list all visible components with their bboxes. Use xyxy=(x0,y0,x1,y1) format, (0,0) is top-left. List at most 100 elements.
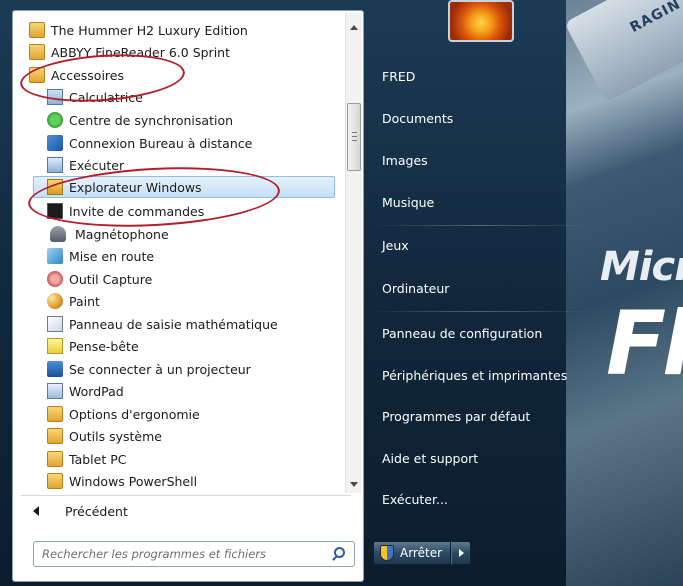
program-label: Calculatrice xyxy=(69,89,143,105)
folder-icon xyxy=(47,451,63,467)
program-label: WordPad xyxy=(69,383,124,399)
program-label: Tablet PC xyxy=(69,451,127,467)
program-item-command-prompt[interactable]: Invite de commandes xyxy=(47,200,343,222)
program-item-math-input[interactable]: Panneau de saisie mathématique xyxy=(47,313,343,335)
programs-scrollbar[interactable] xyxy=(345,13,362,493)
getting-started-icon xyxy=(47,248,63,264)
separator xyxy=(376,225,586,226)
search-icon[interactable] xyxy=(328,544,348,564)
program-label: Panneau de saisie mathématique xyxy=(69,316,278,332)
wordpad-icon xyxy=(47,383,63,399)
shutdown-group: Arrêter xyxy=(373,541,472,565)
back-label: Précédent xyxy=(65,503,128,519)
programs-list: The Hummer H2 Luxury Edition ABBYY FineR… xyxy=(13,11,343,495)
right-item-games[interactable]: Jeux xyxy=(382,238,409,253)
program-item-wordpad[interactable]: WordPad xyxy=(47,380,343,402)
program-item-powershell[interactable]: Windows PowerShell xyxy=(47,470,343,492)
back-arrow-icon xyxy=(33,506,39,516)
program-label: Exécuter xyxy=(69,157,125,173)
shield-icon xyxy=(380,545,394,561)
program-item-projector[interactable]: Se connecter à un projecteur xyxy=(47,358,343,380)
user-picture[interactable] xyxy=(448,0,514,42)
separator xyxy=(21,495,351,496)
windows-explorer-icon xyxy=(47,179,63,195)
program-label: Magnétophone xyxy=(75,226,169,242)
program-item-sync-center[interactable]: Centre de synchronisation xyxy=(47,109,343,131)
program-label: Invite de commandes xyxy=(69,203,205,219)
folder-icon xyxy=(47,406,63,422)
program-label: Centre de synchronisation xyxy=(69,112,234,128)
program-item-getting-started[interactable]: Mise en route xyxy=(47,245,343,267)
folder-icon xyxy=(29,22,45,38)
program-label: ABBYY FineReader 6.0 Sprint xyxy=(51,44,230,60)
search-box[interactable] xyxy=(33,541,355,567)
program-item-hummer[interactable]: The Hummer H2 Luxury Edition xyxy=(29,19,329,41)
program-label: Windows PowerShell xyxy=(69,473,198,489)
scroll-down-arrow-icon[interactable] xyxy=(350,482,358,487)
program-item-ease-of-access[interactable]: Options d'ergonomie xyxy=(47,403,343,425)
program-item-snipping-tool[interactable]: Outil Capture xyxy=(47,268,343,290)
microphone-icon xyxy=(50,226,66,242)
search-input[interactable] xyxy=(34,543,328,565)
right-item-images[interactable]: Images xyxy=(382,153,428,168)
right-item-user[interactable]: FRED xyxy=(382,69,415,84)
program-label: Outil Capture xyxy=(69,271,153,287)
program-item-abbyy[interactable]: ABBYY FineReader 6.0 Sprint xyxy=(29,41,329,63)
chevron-right-icon xyxy=(458,549,464,557)
shutdown-label: Arrêter xyxy=(400,546,443,560)
back-button[interactable]: Précédent xyxy=(29,499,128,523)
right-item-help-support[interactable]: Aide et support xyxy=(382,451,478,466)
program-label: Connexion Bureau à distance xyxy=(69,135,253,151)
wallpaper-brand-text: Flig xyxy=(606,292,683,395)
wallpaper-background: RAGIN Micr Flig xyxy=(566,0,683,586)
program-item-run[interactable]: Exécuter xyxy=(47,154,343,176)
program-label: Pense-bête xyxy=(69,338,139,354)
math-input-icon xyxy=(47,316,63,332)
run-icon xyxy=(47,157,63,173)
command-prompt-icon xyxy=(47,203,63,219)
right-item-devices-printers[interactable]: Périphériques et imprimantes xyxy=(382,368,567,383)
program-item-calculatrice[interactable]: Calculatrice xyxy=(47,86,343,108)
right-item-control-panel[interactable]: Panneau de configuration xyxy=(382,326,542,341)
calculator-icon xyxy=(47,89,63,105)
snipping-tool-icon xyxy=(47,271,63,287)
program-item-accessoires[interactable]: Accessoires xyxy=(29,64,329,86)
program-label: Accessoires xyxy=(51,67,124,83)
sync-center-icon xyxy=(47,112,63,128)
programs-pane: The Hummer H2 Luxury Edition ABBYY FineR… xyxy=(12,10,364,582)
program-item-sound-recorder[interactable]: Magnétophone xyxy=(47,223,343,245)
remote-desktop-icon xyxy=(47,135,63,151)
scroll-thumb[interactable] xyxy=(347,103,361,171)
paint-icon xyxy=(47,293,63,309)
program-label: The Hummer H2 Luxury Edition xyxy=(51,22,248,38)
program-label: Paint xyxy=(69,293,100,309)
folder-icon xyxy=(29,44,45,60)
right-item-default-programs[interactable]: Programmes par défaut xyxy=(382,409,530,424)
projector-icon xyxy=(47,361,63,377)
wallpaper-brand-text: Micr xyxy=(600,244,683,290)
scroll-up-arrow-icon[interactable] xyxy=(350,25,358,30)
program-item-remote-desktop[interactable]: Connexion Bureau à distance xyxy=(47,132,343,154)
program-item-sticky-notes[interactable]: Pense-bête xyxy=(47,335,343,357)
right-item-documents[interactable]: Documents xyxy=(382,111,453,126)
program-label: Options d'ergonomie xyxy=(69,406,200,422)
program-item-tablet-pc[interactable]: Tablet PC xyxy=(47,448,343,470)
grip-icon xyxy=(352,132,357,141)
program-label: Outils système xyxy=(69,428,162,444)
shutdown-options-button[interactable] xyxy=(451,541,472,565)
folder-icon xyxy=(47,428,63,444)
start-menu: The Hummer H2 Luxury Edition ABBYY FineR… xyxy=(0,0,683,586)
shutdown-button[interactable]: Arrêter xyxy=(373,541,452,565)
sticky-notes-icon xyxy=(47,338,63,354)
program-label: Explorateur Windows xyxy=(69,179,202,195)
folder-icon xyxy=(47,473,63,489)
program-label: Mise en route xyxy=(69,248,155,264)
right-item-music[interactable]: Musique xyxy=(382,195,434,210)
folder-icon xyxy=(29,67,45,83)
right-item-run[interactable]: Exécuter... xyxy=(382,492,448,507)
program-item-paint[interactable]: Paint xyxy=(47,290,343,312)
right-item-computer[interactable]: Ordinateur xyxy=(382,281,449,296)
program-item-windows-explorer[interactable]: Explorateur Windows xyxy=(33,176,335,198)
separator xyxy=(376,311,586,312)
program-item-system-tools[interactable]: Outils système xyxy=(47,425,343,447)
